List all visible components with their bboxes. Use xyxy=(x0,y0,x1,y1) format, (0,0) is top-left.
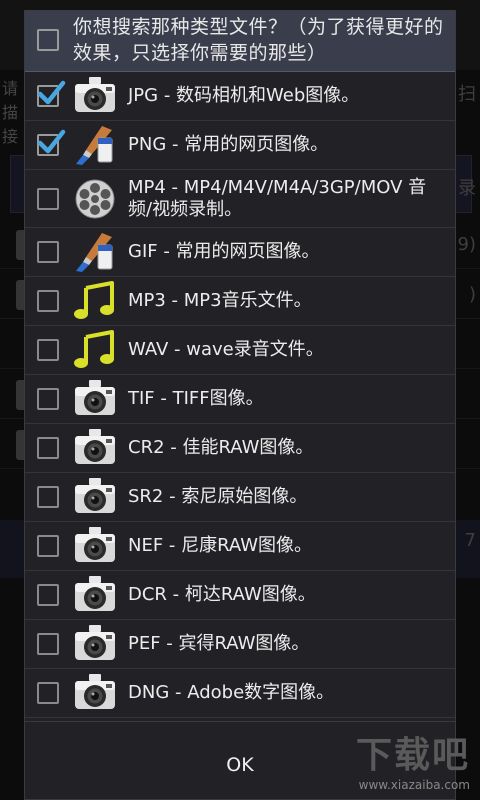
camera-icon xyxy=(72,476,118,518)
file-type-checkbox[interactable] xyxy=(37,187,59,210)
file-type-label: WAV - wave录音文件。 xyxy=(128,339,324,360)
file-type-label: GIF - 常用的网页图像。 xyxy=(128,241,320,262)
file-type-row[interactable]: WAV - wave录音文件。 xyxy=(25,326,455,375)
file-type-checkbox[interactable] xyxy=(37,129,66,156)
file-type-label: TIF - TIFF图像。 xyxy=(128,388,264,409)
file-type-dialog: 你想搜索那种类型文件？（为了获得更好的效果，只选择你需要的那些） JPG - 数… xyxy=(24,10,456,800)
file-type-checkbox[interactable] xyxy=(37,80,66,107)
file-type-checkbox[interactable] xyxy=(37,584,59,606)
file-type-checkbox[interactable] xyxy=(37,241,59,263)
file-type-label: JPG - 数码相机和Web图像。 xyxy=(128,85,360,106)
file-type-checkbox[interactable] xyxy=(37,486,59,508)
camera-icon xyxy=(72,427,118,469)
file-type-row[interactable]: TIF - TIFF图像。 xyxy=(25,375,455,424)
file-type-row[interactable]: PEF - 宾得RAW图像。 xyxy=(25,620,455,669)
watermark: 下载吧 www.xiazaiba.com xyxy=(356,726,470,792)
paint-brush-icon xyxy=(72,231,118,273)
music-note-icon xyxy=(72,280,118,322)
file-type-row[interactable]: DCR - 柯达RAW图像。 xyxy=(25,571,455,620)
checkmark-icon xyxy=(37,129,66,154)
dialog-title: 你想搜索那种类型文件？（为了获得更好的效果，只选择你需要的那些） xyxy=(73,16,444,64)
file-type-row[interactable]: PNG - 常用的网页图像。 xyxy=(25,121,455,170)
music-note-icon xyxy=(72,329,118,371)
file-type-checkbox[interactable] xyxy=(37,437,59,459)
file-type-label: DCR - 柯达RAW图像。 xyxy=(128,584,316,605)
file-type-label: NEF - 尼康RAW图像。 xyxy=(128,535,313,556)
file-type-label: MP4 - MP4/M4V/M4A/3GP/MOV 音频/视频录制。 xyxy=(128,176,427,220)
watermark-brand: 下载吧 xyxy=(355,735,470,776)
file-type-row[interactable]: GIF - 常用的网页图像。 xyxy=(25,228,455,277)
camera-icon xyxy=(72,525,118,567)
file-type-label: PNG - 常用的网页图像。 xyxy=(128,134,329,155)
file-type-checkbox[interactable] xyxy=(37,633,59,655)
camera-icon xyxy=(72,672,118,714)
watermark-url: www.xiazaiba.com xyxy=(358,778,470,792)
file-type-checkbox[interactable] xyxy=(37,388,59,410)
paint-brush-icon xyxy=(72,124,118,166)
file-type-label: DNG - Adobe数字图像。 xyxy=(128,682,335,703)
camera-icon xyxy=(72,378,118,420)
file-type-row[interactable]: MP3 - MP3音乐文件。 xyxy=(25,277,455,326)
file-type-label: SR2 - 索尼原始图像。 xyxy=(128,486,308,507)
file-type-checkbox[interactable] xyxy=(37,682,59,704)
file-type-row[interactable]: SR2 - 索尼原始图像。 xyxy=(25,473,455,522)
file-type-row[interactable]: JPG - 数码相机和Web图像。 xyxy=(25,72,455,121)
dialog-header[interactable]: 你想搜索那种类型文件？（为了获得更好的效果，只选择你需要的那些） xyxy=(25,11,455,72)
file-type-checkbox[interactable] xyxy=(37,535,59,557)
file-type-row[interactable]: MP4 - MP4/M4V/M4A/3GP/MOV 音频/视频录制。 xyxy=(25,170,455,228)
file-type-checkbox[interactable] xyxy=(37,339,59,361)
camera-icon xyxy=(72,75,118,117)
file-type-list[interactable]: JPG - 数码相机和Web图像。 PNG - 常用的网页图像。 MP4 - MP4… xyxy=(25,72,455,736)
camera-icon xyxy=(72,623,118,665)
file-type-label: CR2 - 佳能RAW图像。 xyxy=(128,437,314,458)
film-reel-icon xyxy=(72,178,118,220)
file-type-label: MP3 - MP3音乐文件。 xyxy=(128,290,312,311)
select-all-checkbox[interactable] xyxy=(37,29,59,51)
file-type-row[interactable]: NEF - 尼康RAW图像。 xyxy=(25,522,455,571)
camera-icon xyxy=(72,574,118,616)
file-type-checkbox[interactable] xyxy=(37,290,59,312)
checkmark-icon xyxy=(37,80,66,105)
file-type-label: PEF - 宾得RAW图像。 xyxy=(128,633,310,654)
file-type-row[interactable]: DNG - Adobe数字图像。 xyxy=(25,669,455,718)
file-type-row[interactable]: CR2 - 佳能RAW图像。 xyxy=(25,424,455,473)
